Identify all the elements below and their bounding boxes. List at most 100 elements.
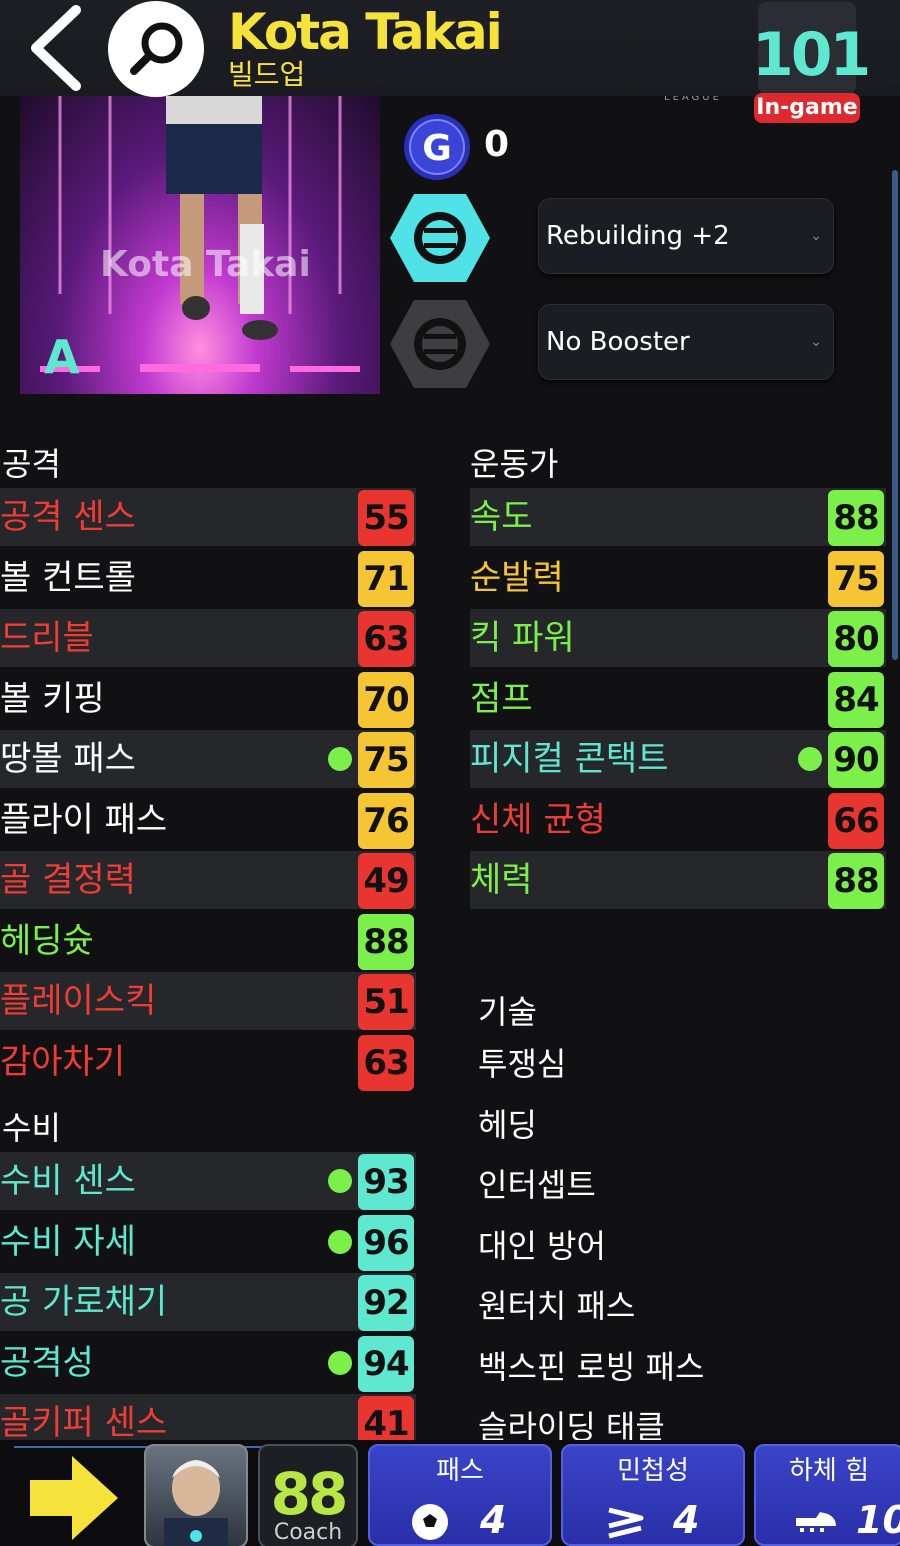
stat-row: 감아차기 63 [0,1033,416,1091]
rebuild-select[interactable]: Rebuilding +2 ⌄ [538,198,834,274]
stat-row: 골 결정력 49 [0,851,416,909]
skill-item: 인터셉트 [478,1166,596,1204]
stat-value: 75 [358,732,414,788]
stat-row: 땅볼 패스 75 [0,730,416,788]
skill-item: 원터치 패스 [478,1287,636,1325]
chevron-down-icon: ⌄ [810,228,822,244]
coach-rating: 88 [270,1460,349,1528]
soccer-ball-icon [412,1504,448,1540]
skill-item: 투쟁심 [478,1045,567,1083]
stat-value: 90 [828,732,884,788]
card-name-watermark: Kota Takai [100,244,311,285]
stat-value: 88 [828,490,884,546]
rebuild-hex-icon [388,192,492,284]
stat-label: 공격성 [0,1342,94,1383]
scrollbar[interactable] [892,170,898,660]
stat-label: 땅볼 패스 [0,739,136,779]
booster-select[interactable]: No Booster ⌄ [538,304,834,380]
stat-value: 71 [358,550,414,607]
search-icon [130,22,183,75]
stat-value: 63 [358,611,414,667]
stat-label: 플레이스킥 [0,981,157,1021]
highlight-dot-icon [328,1350,352,1375]
stat-label: 속도 [470,497,533,537]
gp-icon: G [402,112,472,182]
bottom-card-pass[interactable]: 패스 4 [368,1444,552,1546]
stat-label: 볼 컨트롤 [0,557,136,598]
stat-row: 속도 88 [470,488,886,546]
gp-value: 0 [484,124,510,165]
player-card-image: Kota Takai A [20,94,380,394]
back-button[interactable] [22,0,92,96]
in-game-badge: In-game [754,93,860,123]
highlight-dot-icon [328,1169,352,1193]
stat-label: 순발력 [470,557,564,598]
stat-value: 88 [828,853,884,909]
skill-item: 헤딩 [478,1105,537,1144]
coach-avatar[interactable] [144,1444,248,1546]
stat-label: 점프 [470,678,533,719]
back-arrow-icon [31,5,81,91]
stat-value: 96 [358,1214,414,1271]
stat-row: 피지컬 콘택트 90 [470,730,886,788]
stat-row: 점프 84 [470,670,886,728]
bottom-card-agility[interactable]: 민첩성 4 [561,1444,745,1546]
stat-row: 플레이스킥 51 [0,972,416,1030]
boot-icon [796,1512,836,1532]
stat-label: 수비 자세 [0,1221,136,1262]
player-role: 빌드업 [228,58,306,91]
stat-row: 순발력 75 [470,549,886,607]
stat-value: 88 [358,913,414,970]
highlight-dot-icon [328,1229,352,1254]
stat-row: 킥 파워 80 [470,609,886,667]
stat-row: 볼 키핑 70 [0,670,416,728]
skills-section-title: 기술 [478,993,537,1031]
svg-text:G: G [422,128,452,169]
athletic-section-title: 운동가 [470,445,559,483]
player-name: Kota Takai [228,3,503,61]
overall-rating: 101 [752,20,871,90]
stat-label: 킥 파워 [470,618,575,658]
stat-row: 공격성 94 [0,1334,416,1392]
bottom-card-lower-body[interactable]: 하체 힘 10 [754,1444,900,1546]
stat-value: 93 [358,1154,414,1210]
stat-value: 80 [828,611,884,667]
stat-value: 76 [358,792,414,849]
highlight-dot-icon [798,747,822,771]
skill-item: 백스핀 로빙 패스 [478,1347,705,1386]
chevron-down-icon: ⌄ [810,334,822,350]
stat-value: 55 [358,490,414,546]
stat-row: 신체 균형 66 [470,791,886,849]
bottom-card-title: 패스 [436,1456,484,1486]
bottom-card-title: 민첩성 [617,1456,689,1486]
stat-row: 수비 자세 96 [0,1213,416,1271]
defense-section-title: 수비 [2,1109,61,1147]
stat-label: 피지컬 콘택트 [470,739,669,779]
stat-label: 수비 센스 [0,1161,136,1201]
bottom-card-value: 4 [673,1498,700,1542]
stat-label: 신체 균형 [470,799,606,840]
stat-label: 플라이 패스 [0,799,168,840]
stat-label: 골 결정력 [0,860,136,900]
search-button[interactable] [108,1,204,97]
agility-icon [608,1507,644,1539]
stat-row: 볼 컨트롤 71 [0,549,416,607]
coach-label: Coach [273,1520,343,1545]
stat-row: 체력 88 [470,851,886,909]
stat-row: 드리블 63 [0,609,416,667]
booster-hex-icon [388,298,492,390]
stat-label: 체력 [470,860,533,900]
booster-select-value: No Booster [546,327,690,357]
stat-value: 49 [358,853,414,909]
next-arrow-icon[interactable] [28,1452,120,1544]
stat-value: 94 [358,1335,414,1392]
stat-row: 공격 센스 55 [0,488,416,546]
rebuild-select-value: Rebuilding +2 [546,221,730,251]
stat-value: 84 [828,671,884,728]
stat-value: 66 [828,792,884,849]
highlight-dot-icon [328,747,352,771]
stat-row: 플라이 패스 76 [0,791,416,849]
stat-label: 헤딩슛 [0,920,94,961]
stat-value: 92 [358,1275,414,1331]
bottom-card-title: 하체 힘 [788,1456,870,1486]
